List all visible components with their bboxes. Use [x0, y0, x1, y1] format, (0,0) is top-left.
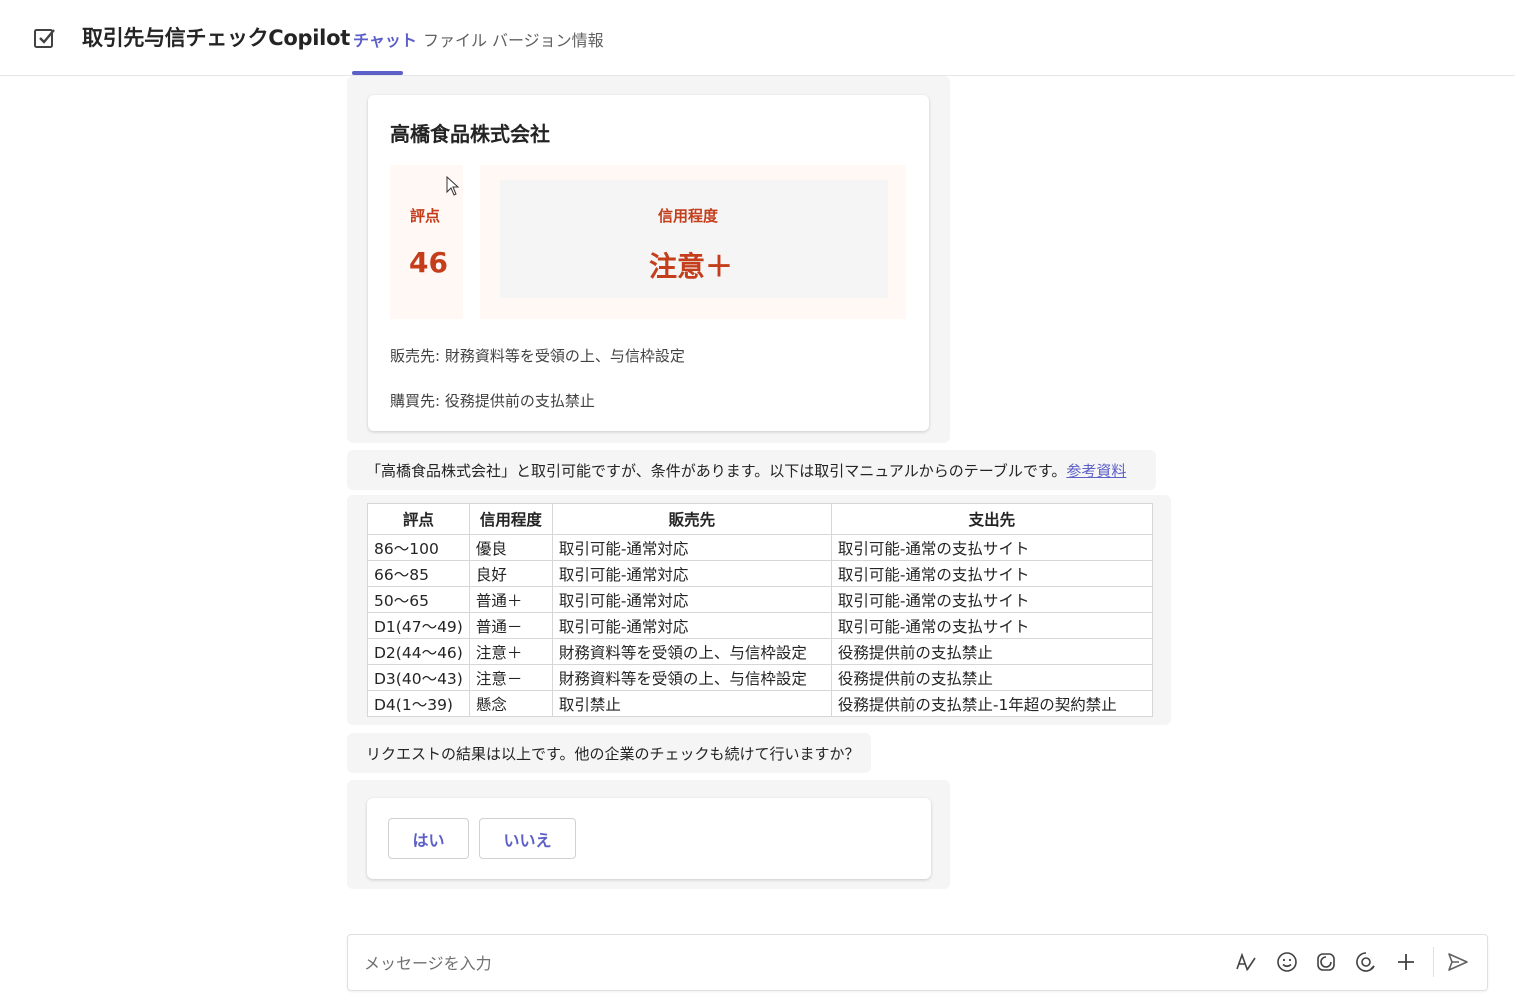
credit-label: 信用程度 [658, 207, 719, 225]
sales-note: 販売先: 財務資料等を受領の上、与信枠設定 [390, 347, 685, 365]
format-icon[interactable] [1234, 950, 1258, 974]
table-header: 評点 [367, 503, 470, 535]
table-cell: 注意－ [468, 664, 553, 691]
table-row: 50～65 普通＋ 取引可能-通常対応 取引可能-通常の支払サイト [367, 586, 1153, 613]
table-cell: 財務資料等を受領の上、与信枠設定 [551, 638, 832, 665]
table-cell: 取引可能-通常対応 [551, 586, 832, 613]
table-cell: 取引可能-通常の支払サイト [830, 534, 1153, 561]
emoji-icon[interactable] [1275, 950, 1299, 974]
message-text: 「高橋食品株式会社」と取引可能ですが、条件があります。以下は取引マニュアルからの… [366, 460, 1126, 481]
message-input[interactable] [362, 949, 1186, 977]
table-cell: 取引可能-通常対応 [551, 612, 832, 639]
table-cell: 良好 [468, 560, 553, 587]
message-text: リクエストの結果は以上です。他の企業のチェックも続けて行いますか？ [366, 745, 860, 763]
message-composer [347, 934, 1488, 991]
table-header: 支出先 [830, 503, 1153, 535]
tab-chat[interactable]: チャット [353, 27, 417, 51]
table-cell: 取引禁止 [551, 690, 832, 717]
table-cell: 86～100 [367, 534, 470, 561]
message-body: 「高橋食品株式会社」と取引可能ですが、条件があります。以下は取引マニュアルからの… [366, 462, 1067, 480]
table-header: 販売先 [551, 503, 832, 535]
table-cell: 懸念 [468, 690, 553, 717]
table-cell: 普通－ [468, 612, 553, 639]
rules-table: 評点 信用程度 販売先 支出先 86～100 優良 取引可能-通常対応 取引可能-通常… [367, 503, 1153, 717]
table-cell: 50～65 [367, 586, 470, 613]
mouse-cursor-icon [446, 176, 460, 196]
table-cell: 取引可能-通常の支払サイト [830, 560, 1153, 587]
table-cell: 役務提供前の支払禁止 [830, 664, 1153, 691]
table-cell: 取引可能-通常対応 [551, 560, 832, 587]
table-row: D1(47～49) 普通－ 取引可能-通常対応 取引可能-通常の支払サイト [367, 612, 1153, 639]
table-cell: 取引可能-通常の支払サイト [830, 612, 1153, 639]
no-button[interactable]: いいえ [479, 818, 576, 859]
table-cell: 優良 [468, 534, 553, 561]
table-header: 信用程度 [468, 503, 553, 535]
tab-files[interactable]: ファイル [423, 27, 487, 51]
table-row: D2(44～46) 注意＋ 財務資料等を受領の上、与信枠設定 役務提供前の支払禁止 [367, 638, 1153, 665]
table-cell: 役務提供前の支払禁止 [830, 638, 1153, 665]
credit-value: 注意＋ [649, 250, 734, 283]
table-cell: 普通＋ [468, 586, 553, 613]
loop-icon[interactable] [1314, 950, 1338, 974]
company-name: 高橋食品株式会社 [390, 122, 550, 146]
table-cell: 財務資料等を受領の上、与信枠設定 [551, 664, 832, 691]
checkbox-icon [34, 29, 55, 48]
table-cell: D3(40～43) [367, 664, 470, 691]
table-cell: 取引可能-通常の支払サイト [830, 586, 1153, 613]
table-cell: D4(1～39) [367, 690, 470, 717]
table-row: 86～100 優良 取引可能-通常対応 取引可能-通常の支払サイト [367, 534, 1153, 561]
sticker-icon[interactable] [1354, 950, 1378, 974]
table-cell: D2(44～46) [367, 638, 470, 665]
table-cell: 66～85 [367, 560, 470, 587]
score-value: 46 [409, 246, 448, 279]
composer-divider [1433, 947, 1434, 977]
table-row: D3(40～43) 注意－ 財務資料等を受領の上、与信枠設定 役務提供前の支払禁止 [367, 664, 1153, 691]
app-title: 取引先与信チェックCopilot [82, 26, 350, 50]
table-cell: 注意＋ [468, 638, 553, 665]
send-icon[interactable] [1446, 950, 1470, 974]
table-row: D4(1～39) 懸念 取引禁止 役務提供前の支払禁止-1年超の契約禁止 [367, 690, 1153, 717]
table-header-row: 評点 信用程度 販売先 支出先 [367, 503, 1153, 535]
score-label: 評点 [410, 207, 441, 225]
reference-link[interactable]: 参考資料 [1066, 462, 1126, 480]
yes-button[interactable]: はい [388, 818, 469, 859]
table-cell: D1(47～49) [367, 612, 470, 639]
table-cell: 取引可能-通常対応 [551, 534, 832, 561]
table-cell: 役務提供前の支払禁止-1年超の契約禁止 [830, 690, 1153, 717]
purchase-note: 購買先: 役務提供前の支払禁止 [390, 392, 595, 410]
plus-icon[interactable] [1394, 950, 1418, 974]
active-tab-indicator [352, 71, 403, 75]
app-header: 取引先与信チェックCopilot チャット ファイル バージョン情報 [0, 0, 1515, 76]
table-row: 66～85 良好 取引可能-通常対応 取引可能-通常の支払サイト [367, 560, 1153, 587]
tab-version-info[interactable]: バージョン情報 [492, 27, 604, 51]
